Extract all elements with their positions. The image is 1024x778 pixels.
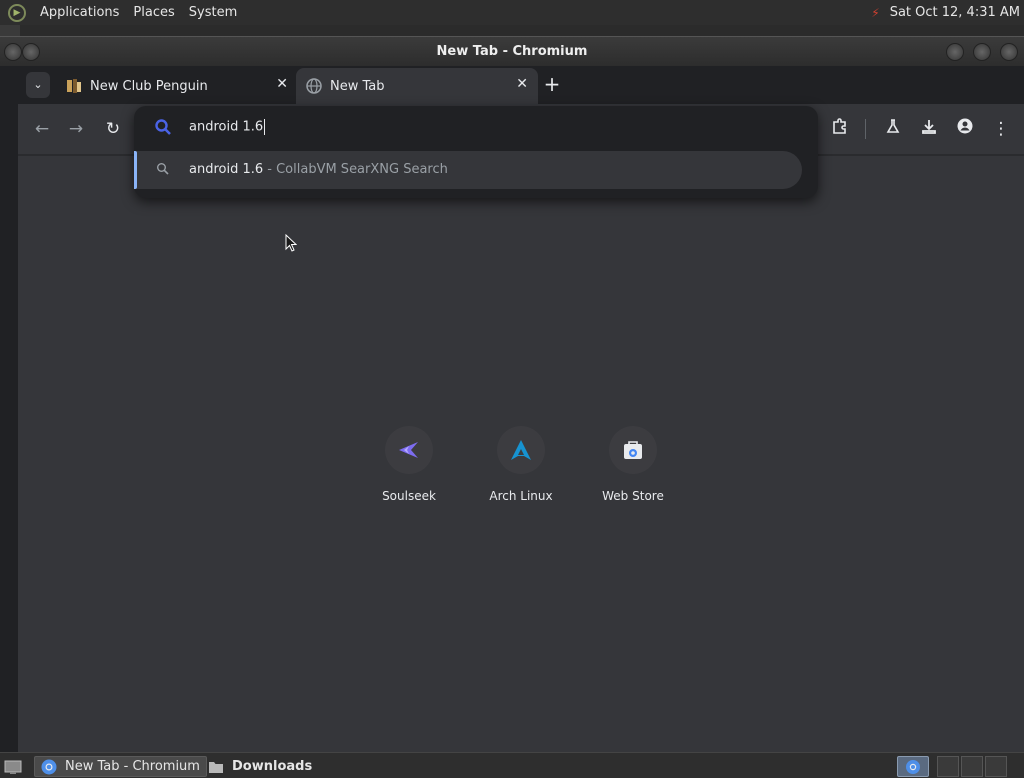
reload-icon: ↻ [105, 119, 121, 139]
shortcut-web-store[interactable]: Web Store [583, 424, 683, 514]
tab-search-button[interactable]: ⌄ [26, 72, 50, 98]
omnibox-input[interactable]: android 1.6 [189, 119, 266, 135]
globe-icon [306, 78, 322, 94]
suggestion-source: - CollabVM SearXNG Search [263, 162, 448, 177]
omnibox-suggestion[interactable]: android 1.6 - CollabVM SearXNG Search [134, 151, 802, 189]
forward-button[interactable]: → [64, 117, 88, 141]
omnibox-input-row[interactable]: android 1.6 [134, 106, 818, 150]
shortcut-icon-circle [497, 426, 545, 474]
tray-chromium-indicator[interactable] [897, 756, 929, 777]
distro-logo-icon[interactable]: ▶ [8, 3, 26, 22]
tab-label: New Club Penguin [90, 78, 208, 94]
network-disconnected-icon[interactable]: ⚡ [871, 6, 879, 20]
taskbar-item-label: New Tab - Chromium [65, 759, 200, 774]
workspace-2[interactable] [961, 756, 983, 777]
text-caret [264, 119, 266, 135]
search-icon [155, 119, 171, 135]
applications-menu[interactable]: Applications [40, 5, 119, 20]
maximize-button[interactable] [973, 43, 991, 61]
back-button[interactable]: ← [30, 117, 54, 141]
chevron-down-icon: ⌄ [33, 78, 43, 91]
window-title: New Tab - Chromium [436, 44, 588, 59]
panel-menu-bar: ▶ Applications Places System [0, 3, 237, 22]
taskbar-item-chromium[interactable]: New Tab - Chromium [34, 756, 207, 777]
plus-icon: + [543, 72, 561, 96]
bottom-taskbar: New Tab - Chromium Downloads [0, 752, 1024, 778]
tab-strip: ⌄ New Club Penguin ✕ New Tab ✕ + [18, 66, 1024, 104]
clock[interactable]: Sat Oct 12, 4:31 AM [890, 5, 1020, 20]
close-window-button[interactable] [1000, 43, 1018, 61]
arrow-left-icon: ← [34, 119, 50, 139]
toolbar-divider [865, 119, 866, 139]
mouse-pointer-icon [285, 234, 297, 252]
workspace-1[interactable] [937, 756, 959, 777]
tab-new-club-penguin[interactable]: New Club Penguin ✕ [56, 68, 298, 104]
suggestion-text: android 1.6 - CollabVM SearXNG Search [189, 162, 448, 177]
close-tab-icon[interactable]: ✕ [516, 76, 528, 92]
system-menu[interactable]: System [189, 5, 237, 20]
download-icon [922, 120, 936, 134]
desktop-icon [4, 760, 22, 774]
workspace-3[interactable] [985, 756, 1007, 777]
window-menu-button[interactable] [4, 43, 22, 61]
minimize-button[interactable] [946, 43, 964, 61]
arch-linux-icon [511, 440, 531, 460]
web-store-icon [624, 441, 642, 459]
shortcut-arch-linux[interactable]: Arch Linux [471, 424, 571, 514]
shortcut-label: Arch Linux [489, 489, 553, 503]
labs-button[interactable] [881, 117, 905, 141]
shortcut-label: Web Store [602, 489, 664, 503]
selection-indicator [134, 151, 137, 189]
club-penguin-favicon-icon [66, 78, 82, 94]
places-menu[interactable]: Places [133, 5, 174, 20]
downloads-button[interactable] [917, 117, 941, 141]
shortcut-icon-circle [385, 426, 433, 474]
taskbar-item-label: Downloads [232, 759, 313, 774]
omnibox-query-text: android 1.6 [189, 119, 264, 135]
vertical-dots-icon: ⋮ [992, 119, 1010, 139]
shortcut-icon-circle [609, 426, 657, 474]
soulseek-icon [399, 442, 418, 458]
extensions-button[interactable] [828, 117, 852, 141]
chromium-icon [906, 759, 920, 774]
profile-button[interactable] [953, 117, 977, 141]
reload-button[interactable]: ↻ [101, 117, 125, 141]
show-desktop-button[interactable] [2, 756, 24, 777]
shortcut-soulseek[interactable]: Soulseek [359, 424, 459, 514]
more-menu-button[interactable]: ⋮ [989, 117, 1013, 141]
person-icon [957, 118, 973, 134]
window-shade-button[interactable] [22, 43, 40, 61]
panel-clock-area: ⚡ Sat Oct 12, 4:31 AM [871, 0, 1020, 25]
arrow-right-icon: → [68, 119, 84, 139]
tab-label: New Tab [330, 78, 385, 94]
suggestion-main: android 1.6 [189, 162, 264, 177]
taskbar-item-downloads[interactable]: Downloads [202, 756, 318, 777]
new-tab-button[interactable]: + [540, 70, 564, 98]
puzzle-icon [833, 118, 846, 134]
chromium-icon [41, 759, 57, 775]
close-tab-icon[interactable]: ✕ [276, 76, 288, 92]
tab-new-tab[interactable]: New Tab ✕ [296, 68, 538, 104]
window-titlebar[interactable]: New Tab - Chromium [0, 36, 1024, 66]
top-panel: ▶ Applications Places System ⚡ Sat Oct 1… [0, 0, 1024, 25]
search-icon [157, 163, 169, 175]
shortcut-label: Soulseek [382, 489, 436, 503]
omnibox-dropdown: android 1.6 android 1.6 - CollabVM SearX… [134, 106, 818, 198]
folder-icon [208, 759, 224, 775]
flask-icon [886, 119, 900, 133]
